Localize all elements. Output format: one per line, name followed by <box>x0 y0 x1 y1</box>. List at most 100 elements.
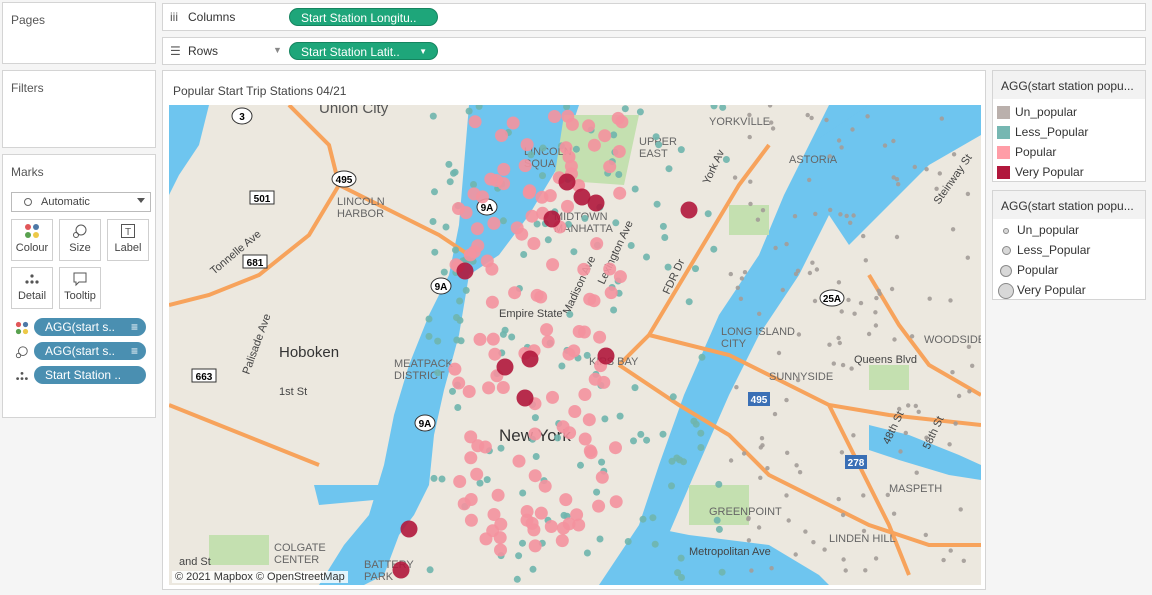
station-marker-popular[interactable] <box>476 190 489 204</box>
station-marker-less-popular[interactable] <box>425 315 433 323</box>
station-marker-un-popular[interactable] <box>846 297 851 303</box>
station-marker-less-popular[interactable] <box>598 458 606 466</box>
station-marker-popular[interactable] <box>572 325 586 338</box>
station-marker-less-popular[interactable] <box>434 369 442 377</box>
station-marker-popular[interactable] <box>565 117 579 131</box>
legend-item-less-popular[interactable]: Less_Popular <box>997 125 1088 139</box>
station-marker-un-popular[interactable] <box>776 350 782 356</box>
station-marker-popular[interactable] <box>494 543 507 557</box>
station-marker-popular[interactable] <box>538 479 552 493</box>
station-marker-un-popular[interactable] <box>755 217 761 222</box>
station-marker-less-popular[interactable] <box>583 351 591 359</box>
station-marker-un-popular[interactable] <box>769 120 774 125</box>
station-marker-un-popular[interactable] <box>765 466 770 471</box>
station-marker-un-popular[interactable] <box>738 296 744 301</box>
station-marker-less-popular[interactable] <box>515 552 523 560</box>
station-marker-popular[interactable] <box>448 362 462 376</box>
station-marker-un-popular[interactable] <box>961 558 966 563</box>
station-marker-less-popular[interactable] <box>430 474 438 482</box>
station-marker-un-popular[interactable] <box>844 213 849 219</box>
station-marker-popular[interactable] <box>530 288 544 302</box>
station-marker-un-popular[interactable] <box>839 450 845 455</box>
station-marker-un-popular[interactable] <box>795 268 801 273</box>
station-marker-popular[interactable] <box>570 508 584 522</box>
station-marker-less-popular[interactable] <box>674 569 682 577</box>
station-marker-popular[interactable] <box>604 286 618 300</box>
station-marker-less-popular[interactable] <box>572 145 580 153</box>
station-marker-less-popular[interactable] <box>583 549 591 557</box>
station-marker-popular[interactable] <box>577 262 591 276</box>
station-marker-popular[interactable] <box>486 332 500 346</box>
station-marker-popular[interactable] <box>603 262 617 276</box>
station-marker-popular[interactable] <box>613 270 627 284</box>
station-marker-less-popular[interactable] <box>440 268 448 276</box>
station-marker-popular[interactable] <box>563 426 577 440</box>
station-marker-popular[interactable] <box>612 145 626 158</box>
station-marker-popular[interactable] <box>590 237 604 251</box>
station-marker-less-popular[interactable] <box>631 185 639 193</box>
station-marker-less-popular[interactable] <box>601 415 609 423</box>
station-marker-popular[interactable] <box>496 381 510 394</box>
station-marker-un-popular[interactable] <box>785 450 790 455</box>
station-marker-un-popular[interactable] <box>934 186 939 191</box>
station-marker-un-popular[interactable] <box>735 285 740 290</box>
station-marker-un-popular[interactable] <box>873 323 879 328</box>
station-marker-un-popular[interactable] <box>759 436 765 441</box>
station-marker-un-popular[interactable] <box>836 280 842 285</box>
station-marker-un-popular[interactable] <box>811 540 816 545</box>
station-marker-un-popular[interactable] <box>913 403 918 409</box>
station-marker-un-popular[interactable] <box>810 260 815 265</box>
station-marker-un-popular[interactable] <box>843 568 848 573</box>
station-marker-un-popular[interactable] <box>748 179 753 184</box>
station-marker-popular[interactable] <box>559 493 573 507</box>
station-marker-un-popular[interactable] <box>948 548 953 553</box>
station-marker-un-popular[interactable] <box>849 366 854 371</box>
chevron-down-icon[interactable]: ▼ <box>273 45 282 55</box>
station-marker-un-popular[interactable] <box>897 406 902 412</box>
station-marker-un-popular[interactable] <box>827 342 832 347</box>
station-marker-popular[interactable] <box>480 254 494 268</box>
station-marker-popular[interactable] <box>578 388 592 401</box>
station-marker-less-popular[interactable] <box>697 444 705 451</box>
station-marker-un-popular[interactable] <box>851 433 856 438</box>
map-canvas[interactable]: 3 495 501 681 663 9A 9A 9A 25A 495 278 U… <box>169 105 981 585</box>
station-marker-popular[interactable] <box>603 160 617 174</box>
station-marker-popular[interactable] <box>559 141 573 155</box>
station-marker-un-popular[interactable] <box>809 115 814 121</box>
station-marker-un-popular[interactable] <box>924 435 929 440</box>
station-marker-less-popular[interactable] <box>446 178 454 186</box>
station-marker-less-popular[interactable] <box>539 144 547 152</box>
station-marker-less-popular[interactable] <box>431 188 438 196</box>
station-marker-popular[interactable] <box>464 513 478 527</box>
station-marker-un-popular[interactable] <box>927 296 932 301</box>
station-marker-popular[interactable] <box>525 516 539 530</box>
station-marker-un-popular[interactable] <box>891 175 896 180</box>
legend-item-very-popular[interactable]: Very Popular <box>997 165 1084 179</box>
map-attribution[interactable]: © 2021 Mapbox © OpenStreetMap <box>172 571 348 583</box>
station-marker-popular[interactable] <box>512 454 526 468</box>
station-marker-less-popular[interactable] <box>429 218 437 225</box>
station-marker-less-popular[interactable] <box>636 108 644 116</box>
station-marker-less-popular[interactable] <box>539 172 546 180</box>
size-legend[interactable]: AGG(start station popu... Un_popular Les… <box>992 190 1146 300</box>
station-marker-less-popular[interactable] <box>652 133 660 141</box>
station-marker-popular[interactable] <box>598 129 612 143</box>
station-marker-less-popular[interactable] <box>442 223 450 231</box>
station-marker-un-popular[interactable] <box>873 556 879 561</box>
station-marker-un-popular[interactable] <box>747 112 752 118</box>
station-marker-un-popular[interactable] <box>828 207 833 213</box>
station-marker-popular[interactable] <box>562 347 576 361</box>
station-marker-un-popular[interactable] <box>874 295 879 301</box>
station-marker-popular[interactable] <box>487 508 501 521</box>
station-marker-un-popular[interactable] <box>797 470 803 475</box>
station-marker-un-popular[interactable] <box>836 138 842 143</box>
station-marker-less-popular[interactable] <box>596 535 604 543</box>
station-marker-un-popular[interactable] <box>882 143 888 148</box>
station-marker-less-popular[interactable] <box>452 246 459 254</box>
size-item-very-popular[interactable]: Very Popular <box>997 283 1137 299</box>
station-marker-very-popular[interactable] <box>597 347 615 365</box>
station-marker-un-popular[interactable] <box>756 525 762 530</box>
station-marker-less-popular[interactable] <box>456 297 464 305</box>
station-marker-popular[interactable] <box>534 506 548 520</box>
station-marker-popular[interactable] <box>564 159 578 173</box>
